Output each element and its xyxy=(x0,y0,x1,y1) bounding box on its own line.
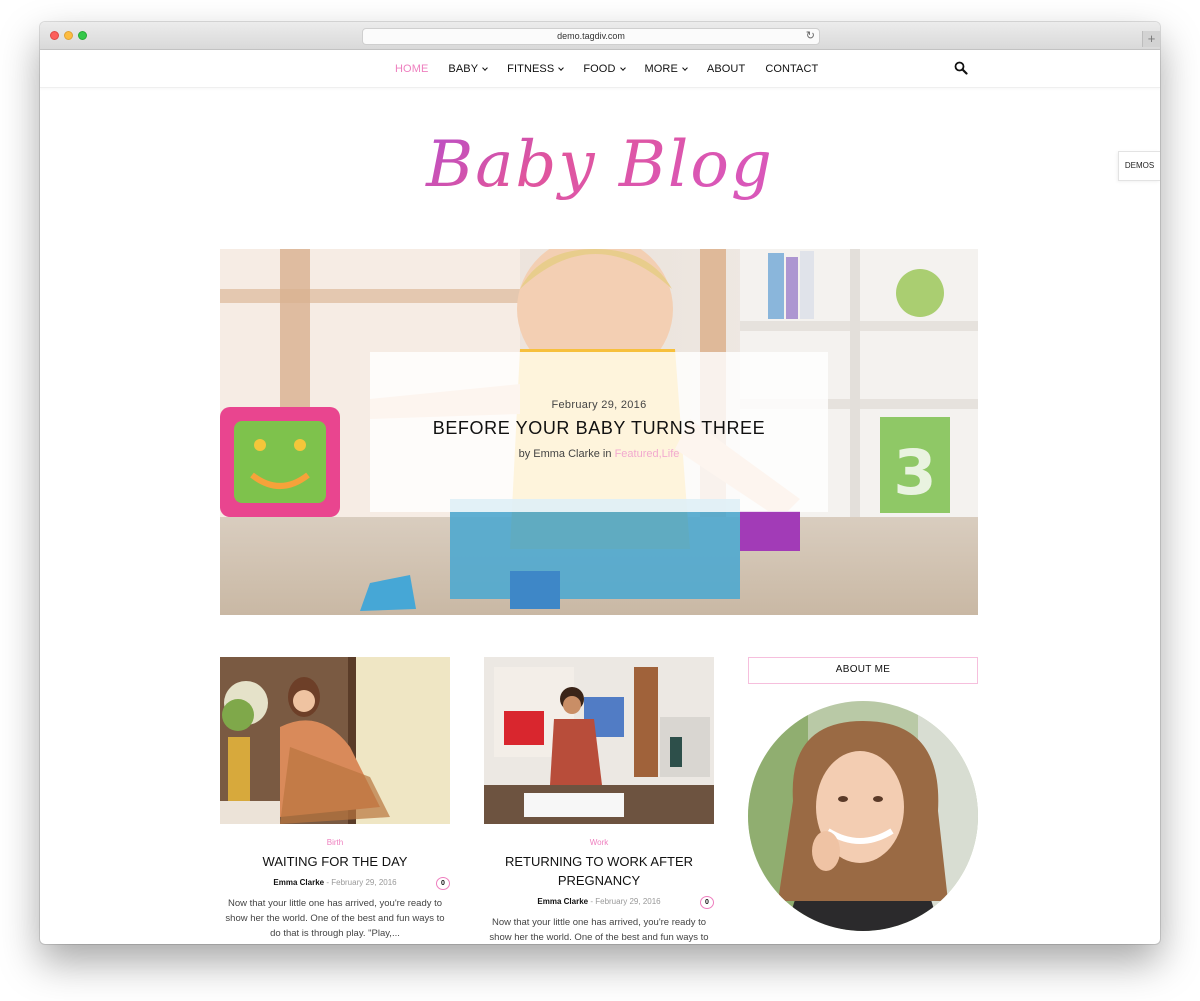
post-date: February 29, 2016 xyxy=(595,897,661,906)
reload-icon[interactable]: ↻ xyxy=(806,30,815,43)
nav-item-about[interactable]: ABOUT xyxy=(707,63,745,75)
chevron-down-icon xyxy=(682,64,688,71)
nav-item-label: FITNESS xyxy=(507,63,555,75)
post-excerpt: Now that your little one has arrived, yo… xyxy=(489,917,709,943)
featured-post-title[interactable]: BEFORE YOUR BABY TURNS THREE xyxy=(370,418,828,439)
nav-item-label: HOME xyxy=(395,63,429,75)
featured-post-card[interactable]: February 29, 2016 BEFORE YOUR BABY TURNS… xyxy=(370,352,828,512)
chevron-down-icon xyxy=(558,64,565,71)
zoom-window-button[interactable] xyxy=(78,31,87,40)
new-tab-button[interactable]: + xyxy=(1142,31,1160,47)
post-category[interactable]: Birth xyxy=(220,838,450,847)
nav-item-contact[interactable]: CONTACT xyxy=(765,63,818,75)
post-title[interactable]: WAITING FOR THE DAY xyxy=(220,852,450,871)
post-image-pregnant-woman xyxy=(220,657,450,824)
post-category[interactable]: Work xyxy=(484,838,714,847)
chevron-down-icon xyxy=(482,64,488,71)
svg-text:3: 3 xyxy=(893,436,936,509)
comment-count-badge[interactable]: 0 xyxy=(700,896,714,909)
author-portrait xyxy=(748,701,978,931)
address-bar-url: demo.tagdiv.com xyxy=(557,31,625,41)
nav-item-home[interactable]: HOME xyxy=(395,63,428,75)
post-meta: Emma Clarke - February 29, 2016 0 xyxy=(484,895,714,909)
post-title[interactable]: RETURNING TO WORK AFTER PREGNANCY xyxy=(484,852,714,890)
nav-item-label: FOOD xyxy=(583,63,616,75)
featured-post-meta: by Emma Clarke in Featured,Life xyxy=(370,448,828,460)
browser-window: demo.tagdiv.com ↻ + HOME BABY FITNESS FO… xyxy=(40,22,1160,944)
comment-count-badge[interactable]: 0 xyxy=(436,877,450,890)
meta-separator: - xyxy=(326,878,329,887)
site-navigation: HOME BABY FITNESS FOOD MORE ABOUT CONTAC… xyxy=(40,50,1160,88)
minimize-window-button[interactable] xyxy=(64,31,73,40)
post-card: Birth WAITING FOR THE DAY Emma Clarke - … xyxy=(220,657,450,941)
post-image-working-woman xyxy=(484,657,714,824)
nav-item-label: BABY xyxy=(448,63,479,75)
search-icon[interactable] xyxy=(954,61,968,75)
about-me-photo xyxy=(748,701,978,931)
site-logo-text: Baby Blog xyxy=(425,128,774,202)
featured-post-date: February 29, 2016 xyxy=(551,399,647,411)
nav-item-label: CONTACT xyxy=(765,63,819,75)
nav-item-food[interactable]: FOOD xyxy=(583,63,626,75)
site-logo[interactable]: Baby Blog xyxy=(400,114,800,224)
close-window-button[interactable] xyxy=(50,31,59,40)
post-thumbnail[interactable] xyxy=(220,657,450,824)
browser-toolbar: demo.tagdiv.com ↻ + xyxy=(40,22,1160,50)
address-bar[interactable]: demo.tagdiv.com ↻ xyxy=(362,28,820,45)
post-author[interactable]: Emma Clarke xyxy=(537,897,588,906)
demos-button[interactable]: DEMOS xyxy=(1118,151,1160,181)
featured-post-byline: by Emma Clarke in xyxy=(518,448,612,460)
category-link-life[interactable]: Life xyxy=(662,448,680,460)
screenshot-stage: demo.tagdiv.com ↻ + HOME BABY FITNESS FO… xyxy=(0,0,1200,1001)
category-link-featured[interactable]: Featured xyxy=(615,448,659,460)
post-author[interactable]: Emma Clarke xyxy=(273,878,324,887)
nav-item-label: ABOUT xyxy=(706,63,746,75)
chevron-down-icon xyxy=(619,64,626,71)
post-meta: Emma Clarke - February 29, 2016 0 xyxy=(220,876,450,890)
main-menu: HOME BABY FITNESS FOOD MORE ABOUT CONTAC… xyxy=(395,50,838,88)
nav-item-more[interactable]: MORE xyxy=(644,63,688,75)
post-card: Work RETURNING TO WORK AFTER PREGNANCY E… xyxy=(484,657,714,944)
about-me-heading: ABOUT ME xyxy=(748,657,978,684)
meta-separator: - xyxy=(590,897,593,906)
nav-item-fitness[interactable]: FITNESS xyxy=(507,63,565,75)
nav-item-label: MORE xyxy=(644,63,678,75)
post-thumbnail[interactable] xyxy=(484,657,714,824)
featured-post[interactable]: 3 February 29, 2016 BEFORE YOUR BABY TUR… xyxy=(220,249,978,615)
nav-item-baby[interactable]: BABY xyxy=(448,63,488,75)
post-date: February 29, 2016 xyxy=(331,878,397,887)
post-excerpt: Now that your little one has arrived, yo… xyxy=(225,898,445,939)
